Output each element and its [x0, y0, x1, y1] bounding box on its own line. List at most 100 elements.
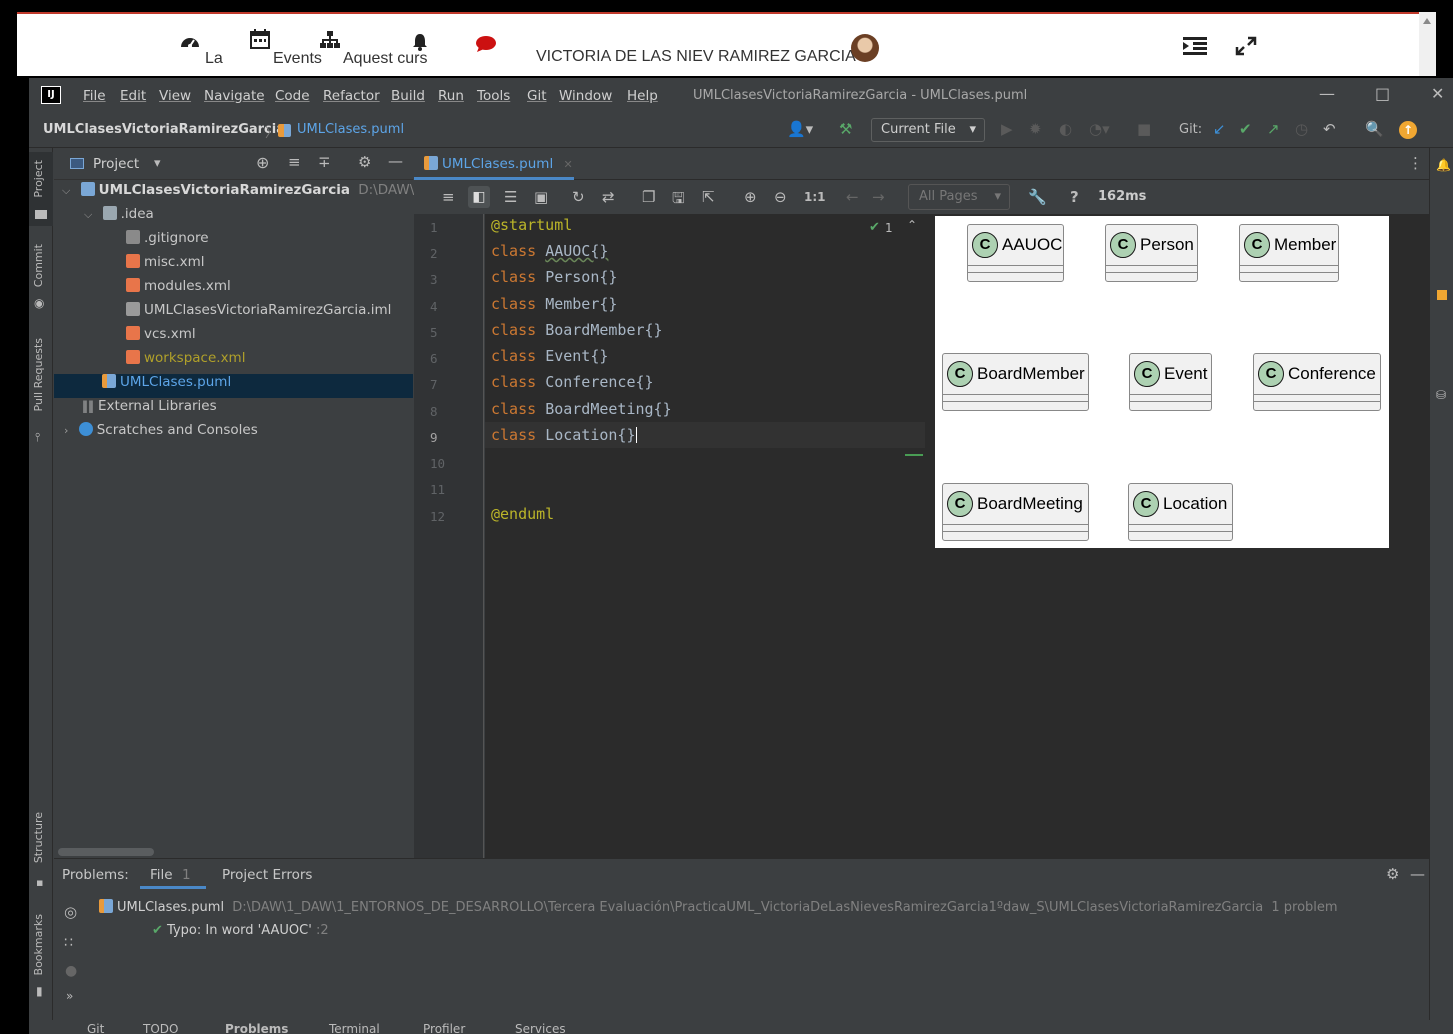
tool-services[interactable]: Services [515, 1022, 566, 1034]
collapse-all-icon[interactable]: ∓ [318, 153, 331, 171]
stop-icon[interactable]: ■ [1137, 120, 1151, 138]
pages-select[interactable]: All Pages ▾ [908, 184, 1010, 210]
git-commit-icon[interactable]: ✔ [1239, 120, 1252, 138]
build-hammer-icon[interactable]: ⚒ [839, 120, 852, 138]
maximize-icon[interactable]: □ [1375, 84, 1390, 103]
split-view-icon[interactable]: ◧ [468, 186, 490, 208]
zoom-out-icon[interactable]: ⊖ [774, 188, 787, 206]
preview-only-icon[interactable]: ☰ [504, 188, 517, 206]
update-badge-icon[interactable]: ↑ [1399, 121, 1417, 139]
gear-icon[interactable]: ⚙ [358, 153, 371, 171]
locate-icon[interactable]: ⊕ [256, 153, 269, 172]
back-arrow-icon[interactable]: ← [846, 188, 859, 206]
expand-icon[interactable] [1235, 36, 1257, 61]
horizontal-scrollbar[interactable] [58, 848, 154, 856]
sitemap-icon[interactable] [319, 30, 341, 55]
menu-window[interactable]: Window [559, 88, 612, 104]
commit-tab[interactable]: Commit [32, 244, 45, 287]
dashboard-icon[interactable] [179, 32, 201, 56]
chevron-down-icon[interactable]: ▾ [154, 156, 161, 171]
avatar[interactable] [851, 34, 879, 62]
git-update-icon[interactable]: ↙ [1213, 120, 1226, 138]
tab-file[interactable]: File 1 [140, 859, 206, 889]
run-config-select[interactable]: Current File ▾ [871, 118, 985, 142]
chat-icon[interactable] [475, 34, 497, 58]
more-icon[interactable]: » [66, 989, 73, 1003]
tool-terminal[interactable]: Terminal [329, 1022, 380, 1034]
git-push-icon[interactable]: ↗ [1267, 120, 1280, 138]
problem-file-row[interactable]: UMLClases.puml D:\DAW\1_DAW\1_ENTORNOS_D… [99, 899, 1338, 915]
bell-icon[interactable] [411, 32, 429, 57]
tree-file[interactable]: UMLClasesVictoriaRamirezGarcia.iml [126, 302, 391, 326]
tree-file-selected[interactable]: UMLClases.puml [54, 374, 413, 398]
tree-external-libraries[interactable]: ‖‖ External Libraries [82, 398, 217, 422]
menu-view[interactable]: View [159, 88, 191, 104]
menu-help[interactable]: Help [627, 88, 658, 104]
user-name[interactable]: VICTORIA DE LAS NIEV RAMIREZ GARCIA [536, 48, 856, 66]
settings-wrench-icon[interactable]: 🔧 [1028, 188, 1047, 206]
tree-file[interactable]: misc.xml [126, 254, 205, 278]
hide-panel-icon[interactable]: — [388, 152, 403, 170]
autoscroll-icon[interactable]: ◎ [64, 903, 77, 921]
tree-root[interactable]: ⌵ UMLClasesVictoriaRamirezGarcia D:\DAW\… [62, 182, 449, 206]
external-icon[interactable]: ⇱ [702, 188, 715, 206]
profile-icon[interactable]: ◔▾ [1089, 120, 1110, 138]
copy-icon[interactable]: ❐ [642, 188, 655, 206]
minimize-icon[interactable]: — [1319, 84, 1335, 103]
actual-size-label[interactable]: 1:1 [804, 190, 826, 204]
close-tab-icon[interactable]: ✕ [564, 158, 573, 171]
tree-folder-idea[interactable]: ⌵ .idea [84, 206, 154, 230]
problem-item-row[interactable]: ✔ Typo: In word 'AAUOC' :2 [152, 923, 329, 938]
tree-file[interactable]: modules.xml [126, 278, 231, 302]
history-icon[interactable]: ◷ [1295, 120, 1308, 138]
menu-code[interactable]: Code [275, 88, 310, 104]
rollback-icon[interactable]: ↶ [1323, 120, 1336, 138]
web-scrollbar[interactable] [1419, 12, 1436, 76]
inspection-count[interactable]: 1 [885, 221, 893, 235]
editor-tab[interactable]: UMLClases.puml ✕ [414, 148, 574, 180]
save-icon[interactable]: 🖫 [672, 188, 685, 213]
tab-project-errors[interactable]: Project Errors [222, 867, 312, 883]
bookmarks-tab[interactable]: Bookmarks [32, 914, 45, 975]
hide-panel-icon[interactable]: — [1410, 865, 1425, 883]
project-view-select[interactable]: Project [93, 156, 139, 172]
tree-file[interactable]: vcs.xml [126, 326, 196, 350]
tool-todo[interactable]: TODO [143, 1022, 178, 1034]
debug-icon[interactable]: ✹ [1029, 120, 1042, 138]
refresh-icon[interactable]: ↻ [572, 188, 585, 206]
image-icon[interactable]: ▣ [534, 188, 548, 206]
menu-edit[interactable]: Edit [120, 88, 146, 104]
breadcrumb-file[interactable]: UMLClases.puml [297, 122, 404, 137]
search-icon[interactable]: 🔍 [1365, 120, 1384, 138]
lightbulb-icon[interactable]: ● [65, 963, 77, 979]
menu-file[interactable]: File [83, 88, 106, 104]
menu-run[interactable]: Run [438, 88, 464, 104]
run-icon[interactable]: ▶ [1001, 120, 1013, 138]
coverage-icon[interactable]: ◐ [1059, 120, 1072, 138]
tree-file[interactable]: workspace.xml [126, 350, 245, 374]
code-editor[interactable]: @startuml class AAUOC{} class Person{} c… [485, 214, 941, 858]
database-icon[interactable]: ⛁ [1436, 388, 1446, 402]
notifications-icon[interactable]: 🔔 [1436, 158, 1451, 172]
structure-tab[interactable]: Structure [32, 812, 45, 863]
pull-requests-tab[interactable]: Pull Requests [32, 338, 45, 411]
tool-git[interactable]: Git [87, 1022, 104, 1034]
indent-icon[interactable] [1183, 36, 1207, 60]
sync-icon[interactable]: ⇄ [602, 188, 615, 206]
tree-file[interactable]: .gitignore [126, 230, 209, 254]
tree-scratches[interactable]: › Scratches and Consoles [64, 422, 258, 446]
inspection-check-icon[interactable]: ✔ [869, 220, 880, 235]
gear-icon[interactable]: ⚙ [1386, 865, 1399, 883]
breadcrumb-project[interactable]: UMLClasesVictoriaRamirezGarcia [43, 122, 285, 137]
events-label[interactable]: Events [273, 50, 322, 68]
more-options-icon[interactable]: ⋮ [1408, 154, 1423, 172]
plantuml-icon[interactable] [1437, 290, 1447, 300]
menu-navigate[interactable]: Navigate [204, 88, 265, 104]
forward-arrow-icon[interactable]: → [872, 188, 885, 206]
zoom-in-icon[interactable]: ⊕ [744, 188, 757, 206]
help-icon[interactable]: ? [1070, 188, 1079, 206]
expand-all-icon[interactable]: ≡ [288, 153, 301, 171]
tool-problems[interactable]: Problems [225, 1022, 288, 1034]
la-label[interactable]: La [205, 50, 223, 68]
group-icon[interactable]: ∷ [64, 935, 73, 951]
